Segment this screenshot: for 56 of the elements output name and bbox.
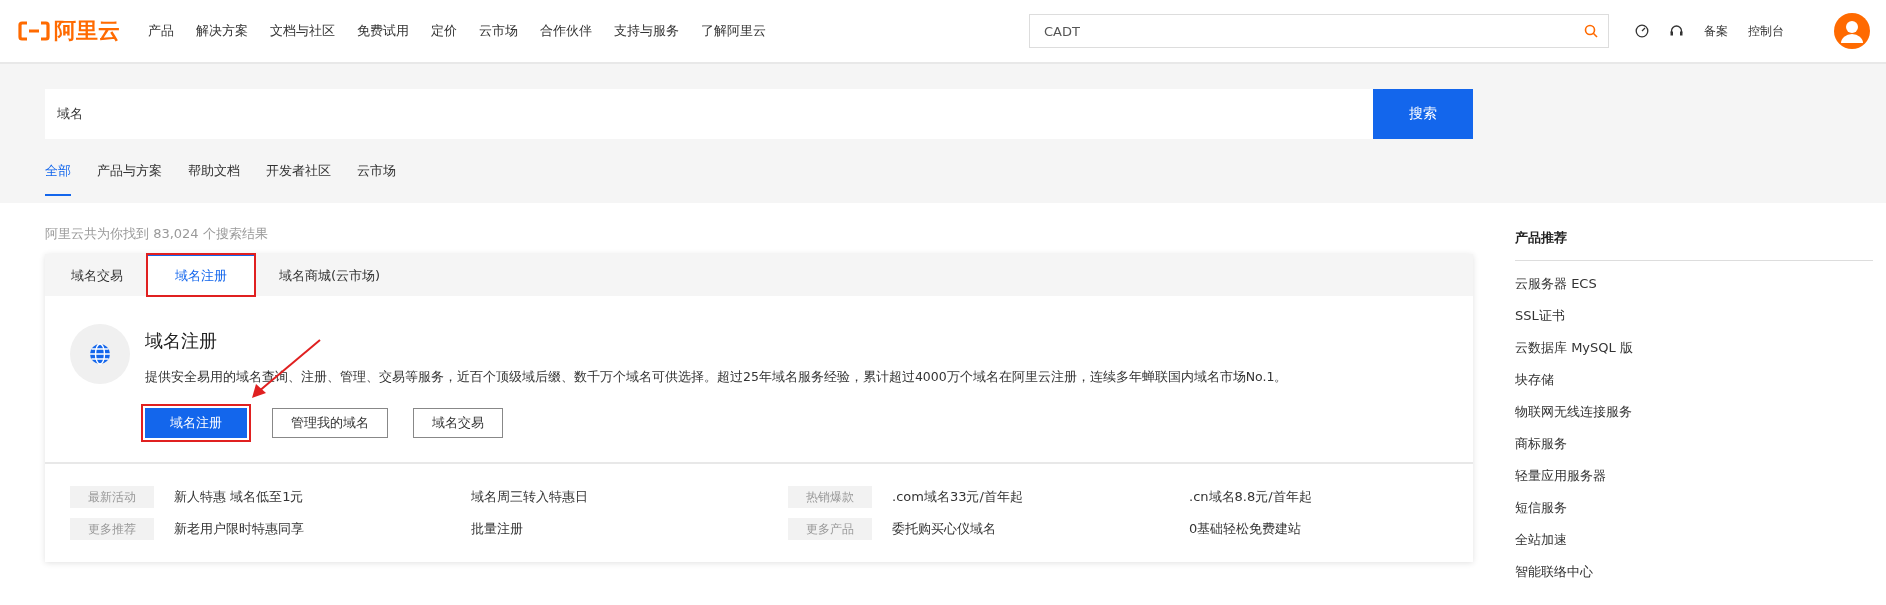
promo-link[interactable]: 域名周三转入特惠日 <box>471 488 768 506</box>
gauge-icon[interactable] <box>1635 24 1649 38</box>
search-field[interactable]: 域名 <box>45 89 1373 139</box>
promo-link[interactable]: 新人特惠 域名低至1元 <box>174 488 471 506</box>
action-button[interactable]: 管理我的域名 <box>272 408 388 438</box>
product-link[interactable]: 智能联络中心 <box>1515 562 1873 581</box>
action-button[interactable]: 域名注册 <box>145 408 247 438</box>
product-link[interactable]: 商标服务 <box>1515 434 1873 453</box>
card-tab[interactable]: 域名交易 <box>57 254 137 296</box>
result-count: 阿里云共为你找到 83,024 个搜索结果 <box>45 225 269 243</box>
nav-link[interactable]: 文档与社区 <box>270 22 335 40</box>
promo-tag: 更多产品 <box>788 518 872 540</box>
category-tab[interactable]: 云市场 <box>357 162 396 196</box>
product-link[interactable]: 物联网无线连接服务 <box>1515 402 1873 421</box>
action-button[interactable]: 域名交易 <box>413 408 503 438</box>
header-search-field[interactable]: CADT <box>1029 14 1609 48</box>
promo-tag: 更多推荐 <box>70 518 154 540</box>
promo-tag: 热销爆款 <box>788 486 872 508</box>
search-button[interactable]: 搜索 <box>1373 89 1473 139</box>
promo-link[interactable]: 0基础轻松免费建站 <box>1189 520 1486 538</box>
search-icon[interactable] <box>1584 24 1598 38</box>
product-link[interactable]: 短信服务 <box>1515 498 1873 517</box>
promo-link[interactable]: 委托购买心仪域名 <box>892 520 1189 538</box>
nav-link[interactable]: 定价 <box>431 22 457 40</box>
card-tab[interactable]: 域名商城(云市场) <box>265 254 395 296</box>
promo-link[interactable]: .com域名33元/首年起 <box>892 488 1189 506</box>
globe-icon <box>70 324 130 384</box>
nav-link[interactable]: 合作伙伴 <box>540 22 592 40</box>
product-link[interactable]: SSL证书 <box>1515 306 1873 325</box>
header-link[interactable]: 备案 <box>1704 22 1728 40</box>
category-tab[interactable]: 产品与方案 <box>97 162 162 196</box>
promo-link[interactable]: 新老用户限时特惠同享 <box>174 520 471 538</box>
nav-link[interactable]: 免费试用 <box>357 22 409 40</box>
avatar-icon[interactable] <box>1834 13 1870 49</box>
promo-tag: 最新活动 <box>70 486 154 508</box>
logo-icon[interactable] <box>18 21 50 41</box>
promo-link[interactable]: .cn域名8.8元/首年起 <box>1189 488 1486 506</box>
card-title: 域名注册 <box>145 329 218 353</box>
product-link[interactable]: 全站加速 <box>1515 530 1873 549</box>
nav-link[interactable]: 解决方案 <box>196 22 248 40</box>
promo-link[interactable]: 批量注册 <box>471 520 768 538</box>
nav-link[interactable]: 支持与服务 <box>614 22 679 40</box>
product-link[interactable]: 轻量应用服务器 <box>1515 466 1873 485</box>
category-tab[interactable]: 全部 <box>45 162 71 196</box>
category-tab[interactable]: 帮助文档 <box>188 162 240 196</box>
product-link[interactable]: 块存储 <box>1515 370 1873 389</box>
product-link[interactable]: 云服务器 ECS <box>1515 274 1873 293</box>
nav-link[interactable]: 云市场 <box>479 22 518 40</box>
card-tab[interactable]: 域名注册 <box>147 254 255 296</box>
category-tab[interactable]: 开发者社区 <box>266 162 331 196</box>
sidebar-title: 产品推荐 <box>1515 229 1873 261</box>
nav-link[interactable]: 了解阿里云 <box>701 22 766 40</box>
product-link[interactable]: 云数据库 MySQL 版 <box>1515 338 1873 357</box>
nav-link[interactable]: 产品 <box>148 22 174 40</box>
header-link[interactable]: 控制台 <box>1748 22 1784 40</box>
headset-icon[interactable] <box>1669 24 1684 38</box>
